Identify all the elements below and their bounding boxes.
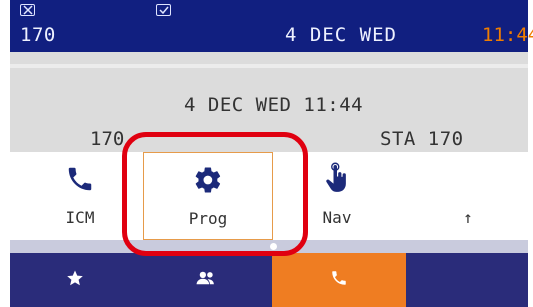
softkey-up-label: ↑ [463,208,473,227]
contacts-icon [195,270,217,290]
touch-hand-icon [323,162,351,200]
page-indicator-bar [10,240,528,253]
status-extension: 170 [20,24,56,46]
gear-icon [193,163,223,201]
info-station: STA 170 [380,128,464,150]
main-panel: 4 DEC WED 11:44 170 STA 170 ICM Prog Nav… [10,52,528,242]
phone-icon [330,269,348,291]
page-indicator-dot [270,243,277,250]
tab-more[interactable] [406,253,528,307]
bottom-tab-bar [10,253,528,307]
softkey-up[interactable]: ↑ [418,152,518,240]
tab-contacts[interactable] [140,253,272,307]
tab-favorites[interactable] [10,253,140,307]
envelope-x-icon [20,4,35,16]
softkey-row: ICM Prog Nav ↑ [10,152,528,240]
status-date: 4 DEC WED [285,24,397,46]
softkey-icm[interactable]: ICM [30,152,130,240]
info-datetime: 4 DEC WED 11:44 [184,94,364,116]
envelope-check-icon [156,4,171,16]
softkey-nav[interactable]: Nav [287,152,387,240]
tab-call[interactable] [272,253,406,307]
phone-icon [65,162,95,200]
softkey-prog[interactable]: Prog [143,152,273,240]
status-time: 11:44 [482,24,533,46]
softkey-nav-label: Nav [322,208,352,227]
softkey-prog-label: Prog [188,209,228,228]
phone-screen: 170 4 DEC WED 11:44 4 DEC WED 11:44 170 … [0,0,533,307]
star-icon [66,269,84,291]
softkey-icm-label: ICM [65,208,95,227]
divider [10,64,528,68]
info-extension: 170 [90,128,125,150]
status-bar: 170 4 DEC WED 11:44 [10,0,533,52]
